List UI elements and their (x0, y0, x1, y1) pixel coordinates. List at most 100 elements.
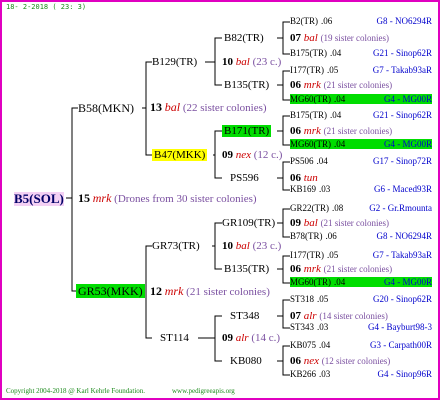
gen4-id[interactable]: B175(TR) (290, 110, 327, 120)
gen4-id[interactable]: ST318 (290, 294, 314, 304)
link-gen2d (198, 315, 222, 362)
footer-copyright: Copyright 2004-2018 @ Karl Kehrle Founda… (6, 387, 146, 395)
gen3-5-id[interactable]: B135(TR) (224, 263, 269, 275)
gen1-1-note: (21 sister colonies) (186, 286, 270, 298)
gen4-code: G8 - NO6294R (376, 16, 433, 26)
root-info: 15 mrk (Drones from 30 sister colonies) (78, 192, 257, 205)
gen4-year: .06 (321, 16, 333, 26)
gen4-code: G7 - Takab93aR (372, 65, 432, 75)
gen4-id[interactable]: GR22(TR) (290, 203, 329, 213)
gen4-code: G4 - Bayburt98-3 (368, 322, 432, 332)
gen2-2-id[interactable]: GR73(TR) (152, 240, 200, 252)
root-race: mrk (92, 191, 112, 205)
gen4-code: G7 - Takab93aR (372, 250, 432, 260)
gen2-2-note: (23 c.) (252, 240, 282, 252)
gen4-code: G4 - MG00R (383, 139, 432, 149)
gen2-1-note: (12 c.) (253, 149, 283, 161)
gen3-1-note: (21 sister colonies) (323, 80, 393, 90)
gen4-id[interactable]: MG60(TR) (290, 94, 331, 104)
gen3-4-note: (21 sister colonies) (320, 218, 390, 228)
gen3-0-race: bal (303, 32, 318, 44)
gen4-row: I177(TR) .05 G7 - Takab93aR (290, 250, 432, 260)
gen4-id[interactable]: MG60(TR) (290, 139, 331, 149)
gen4-id[interactable]: PS506 (290, 156, 314, 166)
gen4-code: G4 - MG00R (383, 94, 432, 104)
gen2-2-race: bal (235, 240, 250, 252)
gen4-id[interactable]: ST343 (290, 322, 314, 332)
gen3-3-id[interactable]: PS596 (230, 172, 259, 184)
gen1-1-id[interactable]: GR53(MKK) (76, 284, 145, 298)
link-gen3-8 (277, 345, 290, 376)
link-gen3-6 (277, 255, 290, 284)
gen4-year: .04 (319, 340, 331, 350)
footer-url[interactable]: www.pedigreeapis.org (172, 387, 235, 395)
gen4-code: G21 - Sinop62R (372, 48, 432, 58)
gen4-id[interactable]: KB075 (290, 340, 316, 350)
gen4-row: ST343.03 G4 - Bayburt98-3 (290, 322, 432, 332)
gen3-0-id[interactable]: B82(TR) (224, 32, 264, 44)
gen4-row: KB169.03 G6 - Maced93R (290, 184, 432, 194)
gen4-code: G17 - Sinop72R (372, 156, 432, 166)
gen2-0-id[interactable]: B129(TR) (152, 56, 197, 68)
gen3-1-id[interactable]: B135(TR) (224, 79, 269, 91)
link-gen2c (212, 222, 222, 270)
gen4-row: MG60(TR) .04 G4 - MG00R (290, 139, 432, 149)
link-root-gen1 (66, 107, 78, 292)
gen4-id[interactable]: I177(TR) (290, 65, 324, 75)
gen3-2-note: (21 sister colonies) (323, 126, 393, 136)
gen3-2-id[interactable]: B171(TR) (222, 125, 272, 137)
gen2-0-num: 10 (222, 56, 233, 68)
gen3-6-note: (14 sister colonies) (319, 311, 388, 321)
gen3-7-id[interactable]: KB080 (230, 355, 262, 367)
gen4-id[interactable]: KB169 (290, 184, 316, 194)
gen4-row: ST318.05 G20 - Sinop62R (290, 294, 432, 304)
gen4-id[interactable]: B78(TR) (290, 231, 323, 241)
gen3-0-info: 07 bal (19 sister colonies) (290, 32, 389, 44)
gen4-id[interactable]: B2(TR) (290, 16, 318, 26)
link-gen3-7 (277, 299, 290, 329)
gen4-year: .06 (325, 231, 337, 241)
gen3-7-note: (12 sister colonies) (321, 356, 391, 366)
gen2-3-id[interactable]: ST114 (160, 332, 189, 344)
gen1-0-id[interactable]: B58(MKN) (78, 102, 134, 114)
gen3-6-race: alr (303, 310, 317, 322)
gen3-5-info: 06 mrk (21 sister colonies) (290, 263, 392, 275)
gen4-id[interactable]: KB266 (290, 369, 316, 379)
gen4-year: .08 (332, 203, 344, 213)
gen4-row: I177(TR) .05 G7 - Takab93aR (290, 65, 432, 75)
gen3-1-num: 06 (290, 79, 301, 91)
gen4-code: G20 - Sinop62R (372, 294, 432, 304)
gen3-1-info: 06 mrk (21 sister colonies) (290, 79, 392, 91)
gen3-6-id[interactable]: ST348 (230, 310, 259, 322)
gen3-2-info: 06 mrk (21 sister colonies) (290, 125, 392, 137)
gen2-1-id[interactable]: B47(MKK) (152, 149, 208, 161)
gen4-code: G8 - NO6294R (376, 231, 433, 241)
link-gen2b (213, 130, 222, 179)
gen4-row: GR22(TR) .08 G2 - Gr.Rmounta (290, 203, 432, 213)
root-note: (Drones from 30 sister colonies) (114, 193, 257, 205)
gen3-2-race: mrk (303, 125, 321, 137)
root-queen-id[interactable]: B5(SOL) (14, 192, 64, 206)
gen2-2-num: 10 (222, 240, 233, 252)
gen4-id[interactable]: B175(TR) (290, 48, 327, 58)
gen3-4-id[interactable]: GR109(TR) (222, 217, 275, 229)
gen2-1-num: 09 (222, 149, 233, 161)
link-gen3-4 (277, 161, 290, 191)
gen3-0-note: (19 sister colonies) (320, 33, 390, 43)
link-gen2a (205, 37, 222, 86)
gen4-id[interactable]: I177(TR) (290, 250, 324, 260)
gen3-3-race: tun (303, 172, 318, 184)
gen4-row: KB266.03 G4 - Sinop96R (290, 369, 432, 379)
link-gen3-3 (277, 115, 290, 146)
gen3-2-num: 06 (290, 125, 301, 137)
gen1-0-note: (22 sister colonies) (182, 102, 267, 114)
gen3-5-note: (21 sister colonies) (323, 264, 393, 274)
gen4-year: .05 (327, 250, 339, 260)
gen3-3-info: 06 tun (290, 172, 318, 184)
gen4-year: .04 (334, 277, 346, 287)
gen4-id[interactable]: MG60(TR) (290, 277, 331, 287)
link-gen3-5 (277, 208, 290, 238)
gen4-row: B175(TR) .04 G21 - Sinop62R (290, 110, 432, 120)
gen2-1-info: 09 nex (12 c.) (222, 149, 282, 161)
gen3-4-race: bal (303, 217, 318, 229)
